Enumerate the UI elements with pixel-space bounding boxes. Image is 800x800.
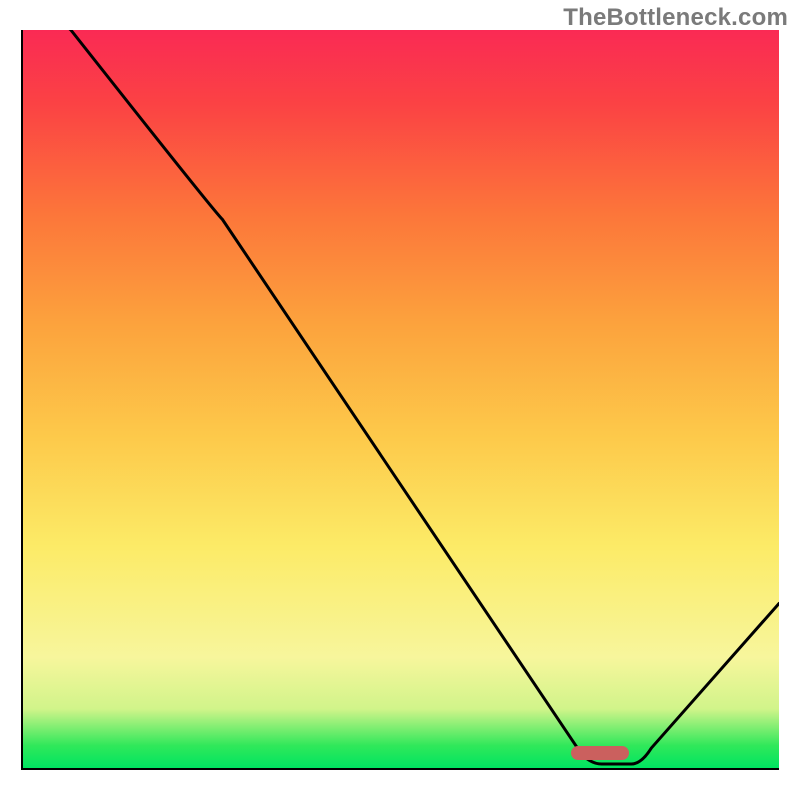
curve-path (23, 30, 779, 764)
chart-container: TheBottleneck.com (0, 0, 800, 800)
optimal-range-marker (571, 746, 629, 760)
watermark-text: TheBottleneck.com (563, 4, 788, 32)
plot-area (21, 30, 779, 770)
bottleneck-curve (23, 30, 779, 768)
